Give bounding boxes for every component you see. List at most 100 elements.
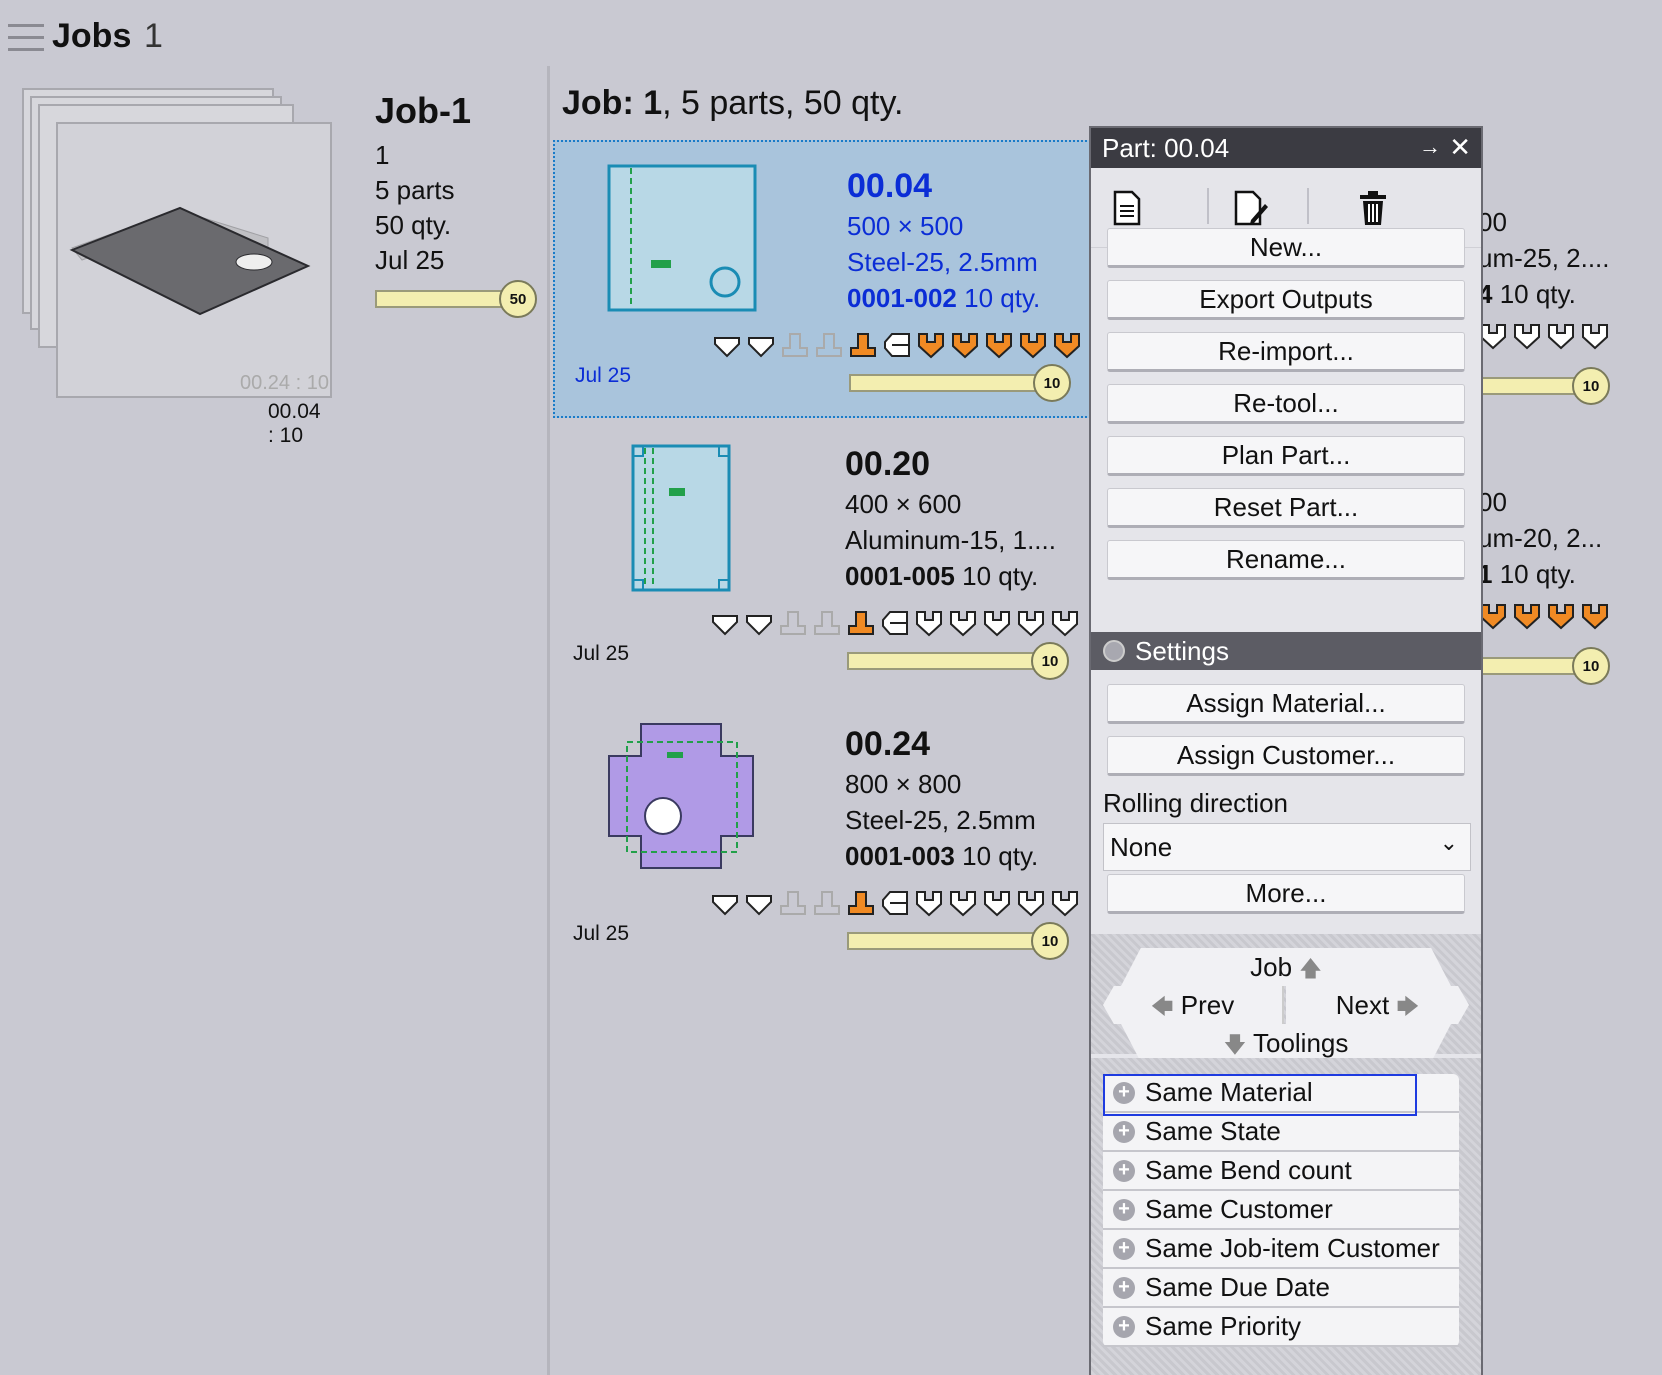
nav-toolings-button[interactable]: 🡇 Toolings [1121,1024,1451,1062]
tool-active-icon [918,333,944,359]
job-heading: Job: 1, 5 parts, 50 qty. [562,84,903,123]
part-number: 00.04 [847,167,933,205]
punch-disabled-icon [816,333,842,357]
punch-disabled-icon [780,891,806,915]
filter-item[interactable]: + Same Bend count [1103,1152,1459,1191]
tool-icon [1514,324,1540,350]
job-qty: 50 qty. [375,210,452,240]
part-card[interactable]: 00.24 800 × 800 Steel-25, 2.5mm 0001-003… [553,700,1091,978]
tool-icons-row [1478,321,1610,351]
ghost-part-material: um-20, 2... [1478,523,1603,553]
column-divider [547,66,550,1375]
new-button[interactable]: New... [1107,228,1465,268]
assign-material-button[interactable]: Assign Material... [1107,684,1465,724]
bend-down-icon [746,895,772,916]
progress-knob: 10 [1572,647,1610,685]
bend-down-icon [712,895,738,916]
plan-part-button[interactable]: Plan Part... [1107,436,1465,476]
filter-item[interactable]: + Same Material [1103,1074,1459,1116]
navigation-pad: Job 🡅 🡄 Prev Next 🡆 🡇 Toolings [1091,934,1481,1062]
more-button[interactable]: More... [1107,874,1465,914]
punch-active-icon [848,891,874,915]
panel-title-label: Part: [1102,133,1157,163]
add-icon: + [1113,1276,1135,1299]
re-tool-button[interactable]: Re-tool... [1107,384,1465,424]
add-icon: + [1113,1081,1135,1104]
edit-document-icon[interactable] [1229,186,1273,230]
assign-customer-button[interactable]: Assign Customer... [1107,736,1465,776]
export-outputs-button[interactable]: Export Outputs [1107,280,1465,320]
thumb-label: 00.04 : 10 [268,400,321,447]
settings-section-header[interactable]: Settings [1091,632,1481,670]
part-size: 800 × 800 [845,769,962,799]
arrow-right-icon: 🡆 [1396,994,1420,1019]
progress-bar [847,932,1037,950]
panel-title-bar[interactable]: Part: 00.04 → ✕ [1091,128,1481,168]
bend-down-icon [714,337,740,358]
tool-icon [1018,891,1044,917]
part-card[interactable]: 00.04 500 × 500 Steel-25, 2.5mm 0001-002… [553,140,1091,418]
arrow-down-icon: 🡇 [1223,1032,1247,1057]
part-flat-preview [608,723,754,869]
part-flat-preview [607,164,757,312]
rolling-direction-select[interactable]: None ⌄ [1103,823,1471,871]
job-progress: 50 [375,276,541,322]
document-icon[interactable] [1105,186,1149,230]
filter-item[interactable]: + Same Customer [1103,1191,1459,1230]
tool-active-icon [986,333,1012,359]
punch-disabled-icon [814,891,840,915]
ghost-part-qty: 10 qty. [1499,279,1576,309]
tool-icon [1018,611,1044,637]
filter-area: + Same Material + Same State + Same Bend co… [1091,1058,1481,1375]
part-progress: 10 [847,918,1073,964]
reset-part-button[interactable]: Reset Part... [1107,488,1465,528]
close-icon[interactable]: ✕ [1449,132,1471,163]
hamburger-menu-icon[interactable] [8,24,44,52]
part-material: Steel-25, 2.5mm [845,805,1036,835]
progress-knob: 50 [499,280,537,318]
progress-bar [375,290,505,308]
job-parts: 5 parts [375,175,455,205]
punch-disabled-icon [780,611,806,635]
job-name: Job-1 [375,90,472,131]
side-tool-icon [884,333,910,357]
part-code: 0001-005 [845,561,955,591]
tool-icons-row [712,330,1082,360]
filter-item[interactable]: + Same Job-item Customer [1103,1230,1459,1269]
settings-label: Settings [1135,635,1229,666]
arrow-up-icon: 🡅 [1299,956,1322,981]
tool-active-icon [952,333,978,359]
rolling-direction-label: Rolling direction [1103,788,1288,818]
tool-active-icon [1514,604,1540,630]
job-number: 1 [375,140,390,170]
re-import-button[interactable]: Re-import... [1107,332,1465,372]
filter-item[interactable]: + Same Priority [1103,1308,1459,1347]
collapse-icon[interactable] [1103,640,1125,662]
job-thumbnail[interactable]: 00.24 : 10 00.04 : 10 [22,88,332,447]
progress-knob: 10 [1033,364,1071,402]
rename-button[interactable]: Rename... [1107,540,1465,580]
filter-item[interactable]: + Same State [1103,1113,1459,1152]
add-icon: + [1113,1237,1135,1260]
tool-icons-row [1478,601,1610,631]
part-size: 400 × 600 [845,489,962,519]
trash-icon[interactable] [1351,186,1395,230]
punch-active-icon [850,333,876,357]
tool-icon [950,611,976,637]
tool-active-icon [1582,604,1608,630]
nav-toolings-label: Toolings [1252,1028,1349,1058]
panel-title-value: 00.04 [1156,133,1230,163]
nav-next-button[interactable]: Next 🡆 [1286,986,1469,1024]
part-flat-preview [631,444,731,592]
filter-item[interactable]: + Same Due Date [1103,1269,1459,1308]
nav-prev-label: Prev [1180,990,1235,1020]
part-progress: 10 [847,638,1073,684]
tool-icon [1052,611,1078,637]
add-icon: + [1113,1159,1135,1182]
ghost-progress: 10 [1478,363,1610,409]
nav-job-button[interactable]: Job 🡅 [1121,948,1451,986]
nav-prev-button[interactable]: 🡄 Prev [1103,986,1284,1024]
pin-icon[interactable]: → [1419,134,1441,160]
part-card[interactable]: 00.20 400 × 600 Aluminum-15, 1.... 0001-… [553,420,1091,698]
side-tool-icon [882,891,908,915]
